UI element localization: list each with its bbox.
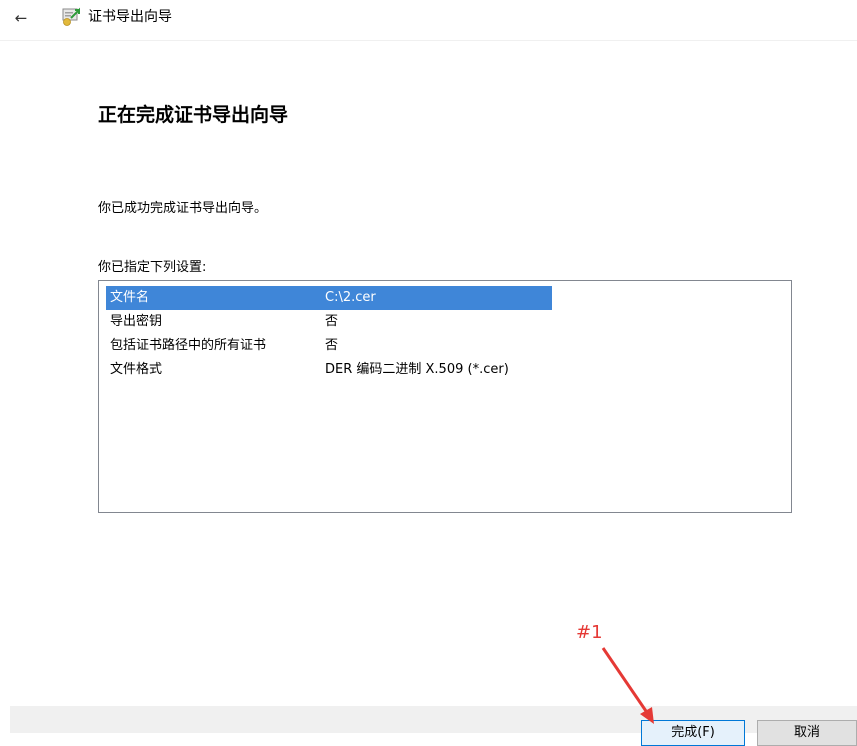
settings-label: 你已指定下列设置: <box>98 260 207 275</box>
setting-key: 导出密钥 <box>110 314 163 329</box>
settings-row-file-format[interactable]: 文件格式 DER 编码二进制 X.509 (*.cer) <box>99 358 791 382</box>
setting-value: 否 <box>325 338 339 353</box>
cancel-button[interactable]: 取消 <box>757 720 857 746</box>
settings-row-filename[interactable]: 文件名 C:\2.cer <box>99 286 791 310</box>
page-title: 正在完成证书导出向导 <box>98 104 289 126</box>
window-title: 证书导出向导 <box>88 9 172 25</box>
settings-row-export-key[interactable]: 导出密钥 否 <box>99 310 791 334</box>
setting-key: 包括证书路径中的所有证书 <box>110 338 267 353</box>
title-bar: ← 证书导出向导 <box>0 0 857 41</box>
setting-key: 文件名 <box>110 290 150 305</box>
annotation-arrow-icon <box>601 647 654 724</box>
setting-value: DER 编码二进制 X.509 (*.cer) <box>325 362 509 377</box>
setting-value: C:\2.cer <box>325 290 376 305</box>
settings-row-include-path[interactable]: 包括证书路径中的所有证书 否 <box>99 334 791 358</box>
setting-key: 文件格式 <box>110 362 163 377</box>
back-arrow-icon[interactable]: ← <box>10 7 32 29</box>
settings-list[interactable]: 文件名 C:\2.cer 导出密钥 否 包括证书路径中的所有证书 否 文件格式 … <box>98 280 792 513</box>
completion-message: 你已成功完成证书导出向导。 <box>98 201 268 216</box>
certificate-wizard-icon <box>62 7 80 26</box>
setting-value: 否 <box>325 314 339 329</box>
